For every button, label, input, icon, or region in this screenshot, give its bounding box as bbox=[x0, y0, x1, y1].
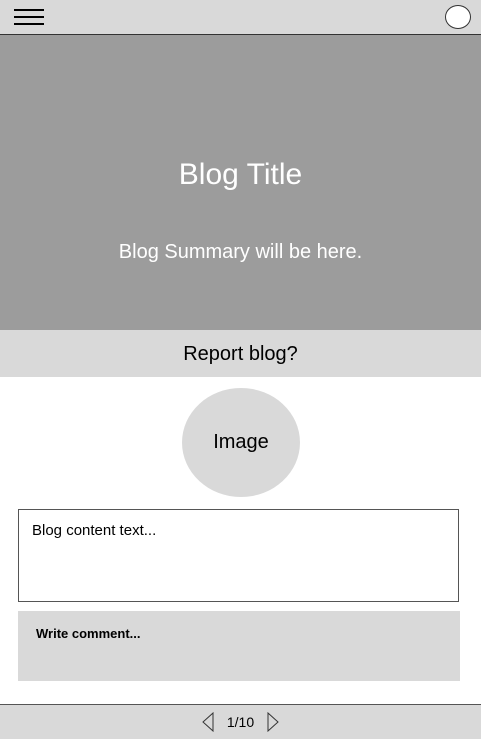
page-indicator: 1/10 bbox=[226, 714, 255, 730]
footer-pagination-bar: 1/10 bbox=[0, 704, 481, 739]
previous-page-icon[interactable] bbox=[201, 712, 215, 732]
report-blog-button[interactable]: Report blog? bbox=[0, 330, 481, 377]
blog-content: Blog content text... bbox=[18, 509, 459, 602]
profile-avatar-icon[interactable] bbox=[445, 5, 471, 29]
blog-summary: Blog Summary will be here. bbox=[118, 241, 363, 263]
top-bar bbox=[0, 0, 481, 35]
image-placeholder: Image bbox=[182, 388, 300, 497]
blog-title: Blog Title bbox=[178, 158, 303, 191]
blog-hero: Blog Title Blog Summary will be here. bbox=[0, 35, 481, 330]
comment-input[interactable]: Write comment... bbox=[18, 611, 460, 681]
hamburger-menu-icon[interactable] bbox=[14, 8, 44, 26]
next-page-icon[interactable] bbox=[266, 712, 280, 732]
